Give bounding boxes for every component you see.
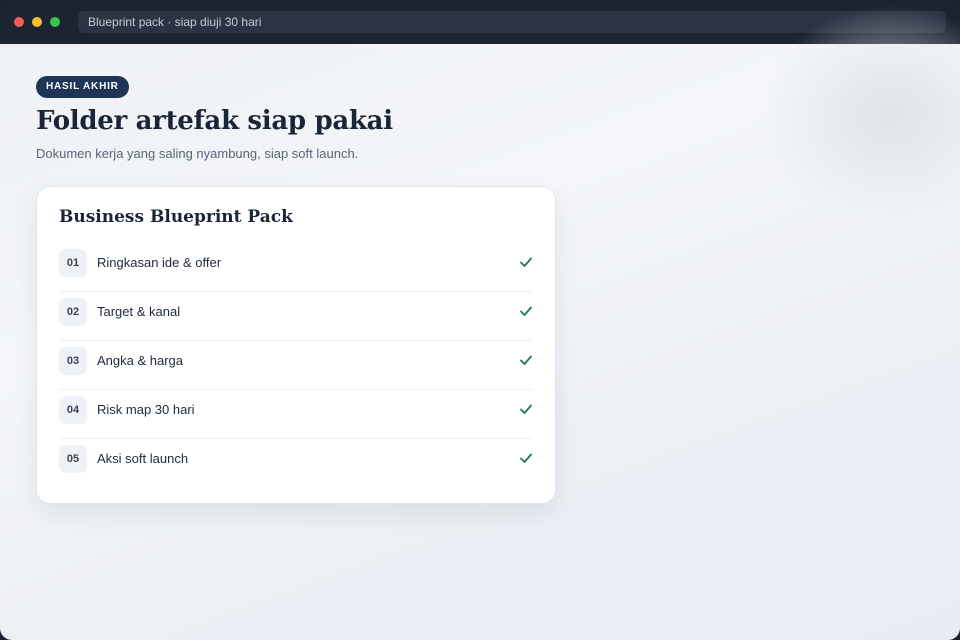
list-item[interactable]: 03 Angka & harga <box>59 341 533 390</box>
item-label: Aksi soft launch <box>97 451 189 466</box>
app-window: Blueprint pack · siap diuji 30 hari HASI… <box>0 0 960 640</box>
status-badge: HASIL AKHIR <box>36 76 129 98</box>
item-label: Target & kanal <box>97 304 181 319</box>
page-title: Folder artefak siap pakai <box>36 106 393 136</box>
check-icon <box>520 453 532 463</box>
page-subtitle: Dokumen kerja yang saling nyambung, siap… <box>36 146 359 161</box>
minimize-window-button[interactable] <box>32 17 42 27</box>
background-glow <box>760 4 960 224</box>
item-number: 03 <box>59 347 87 375</box>
check-icon <box>520 404 532 414</box>
zoom-window-button[interactable] <box>50 17 60 27</box>
list-item[interactable]: 04 Risk map 30 hari <box>59 390 533 439</box>
check-icon <box>520 306 532 316</box>
item-number: 02 <box>59 298 87 326</box>
check-icon <box>520 355 532 365</box>
check-icon <box>520 257 532 267</box>
item-number: 05 <box>59 445 87 473</box>
item-number: 01 <box>59 249 87 277</box>
card-title: Business Blueprint Pack <box>59 207 293 227</box>
blueprint-card: Business Blueprint Pack 01 Ringkasan ide… <box>36 186 556 504</box>
list-item[interactable]: 02 Target & kanal <box>59 292 533 341</box>
list-item[interactable]: 05 Aksi soft launch <box>59 439 533 488</box>
main-content: HASIL AKHIR Folder artefak siap pakai Do… <box>0 4 960 640</box>
item-label: Risk map 30 hari <box>97 402 195 417</box>
artifact-list: 01 Ringkasan ide & offer 02 Target & kan… <box>59 243 533 488</box>
list-item[interactable]: 01 Ringkasan ide & offer <box>59 243 533 292</box>
item-label: Ringkasan ide & offer <box>97 255 222 270</box>
close-window-button[interactable] <box>14 17 24 27</box>
item-number: 04 <box>59 396 87 424</box>
item-label: Angka & harga <box>97 353 184 368</box>
